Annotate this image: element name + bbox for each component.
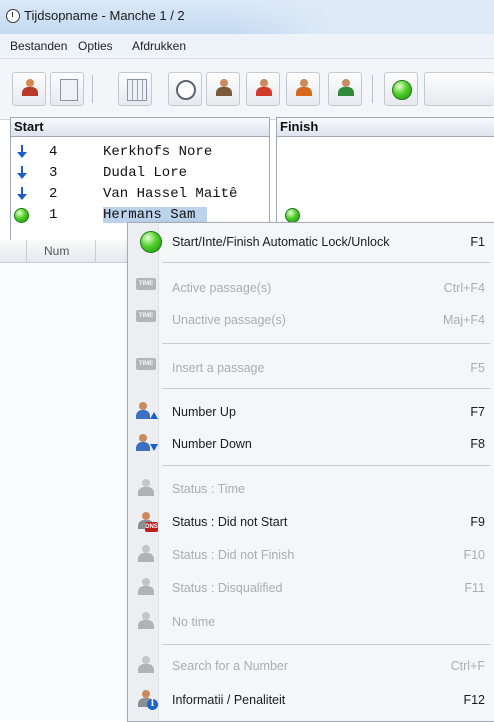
clock-icon bbox=[176, 80, 196, 100]
green-ball-icon bbox=[392, 80, 412, 100]
disqualified-icon bbox=[136, 578, 158, 598]
menu-bar: Bestanden Opties Afdrukken bbox=[0, 34, 494, 59]
menu-opties[interactable]: Opties bbox=[78, 39, 113, 53]
menu-item-information[interactable]: i Informatii / Penaliteit F12 bbox=[128, 687, 494, 713]
competitor-status-button[interactable] bbox=[328, 72, 362, 106]
remove-competitor-button[interactable] bbox=[246, 72, 280, 106]
grid-button[interactable] bbox=[118, 72, 152, 106]
list-button[interactable] bbox=[50, 72, 84, 106]
menu-item-status-time[interactable]: Status : Time bbox=[128, 476, 494, 502]
move-competitor-button[interactable] bbox=[286, 72, 320, 106]
arrow-down-icon bbox=[17, 166, 27, 179]
menu-item-search-number[interactable]: Search for a Number Ctrl+F bbox=[128, 653, 494, 679]
insert-passage-icon: TIME bbox=[136, 358, 158, 378]
arrow-down-icon bbox=[17, 145, 27, 158]
green-ball-icon bbox=[14, 208, 29, 223]
start-header: Start bbox=[11, 118, 269, 137]
stopwatch-icon bbox=[6, 9, 20, 23]
context-menu: Start/Inte/Finish Automatic Lock/Unlock … bbox=[127, 222, 494, 722]
menu-bestanden[interactable]: Bestanden bbox=[10, 39, 67, 53]
information-icon: i bbox=[136, 690, 158, 710]
no-time-icon bbox=[136, 612, 158, 632]
start-row[interactable]: 4 Kerkhofs Nore bbox=[11, 142, 269, 162]
menu-item-unactive-passages[interactable]: TIME Unactive passage(s) Maj+F4 bbox=[128, 307, 494, 333]
competitor-button[interactable] bbox=[12, 72, 46, 106]
menu-item-number-down[interactable]: Number Down F8 bbox=[128, 431, 494, 457]
start-row[interactable]: 3 Dudal Lore bbox=[11, 163, 269, 183]
title-bar: Tijdsopname - Manche 1 / 2 bbox=[0, 0, 494, 34]
person-icon bbox=[20, 79, 40, 99]
search-number-icon bbox=[136, 656, 158, 676]
finish-header: Finish bbox=[277, 118, 494, 137]
menu-item-did-not-start[interactable]: DNS Status : Did not Start F9 bbox=[128, 509, 494, 535]
active-passage-icon: TIME bbox=[136, 278, 158, 298]
start-row[interactable]: 2 Van Hassel Maitê bbox=[11, 184, 269, 204]
person-remove-icon bbox=[254, 79, 274, 99]
person-status-icon bbox=[336, 79, 356, 99]
competitor-card-button[interactable] bbox=[206, 72, 240, 106]
person-move-icon bbox=[294, 79, 314, 99]
did-not-finish-icon bbox=[136, 545, 158, 565]
status-time-icon bbox=[136, 479, 158, 499]
column-num[interactable]: Num bbox=[26, 240, 96, 262]
number-up-icon bbox=[136, 402, 158, 422]
number-down-icon bbox=[136, 434, 158, 454]
window-title: Tijdsopname - Manche 1 / 2 bbox=[24, 8, 185, 23]
menu-item-disqualified[interactable]: Status : Disqualified F11 bbox=[128, 575, 494, 601]
menu-afdrukken[interactable]: Afdrukken bbox=[132, 39, 186, 53]
menu-item-active-passages[interactable]: TIME Active passage(s) Ctrl+F4 bbox=[128, 275, 494, 301]
green-ball-icon bbox=[285, 208, 300, 223]
unactive-passage-icon: TIME bbox=[136, 310, 158, 330]
person-card-icon bbox=[214, 79, 234, 99]
grid-icon bbox=[127, 79, 147, 101]
arrow-down-icon bbox=[17, 187, 27, 200]
menu-item-insert-passage[interactable]: TIME Insert a passage F5 bbox=[128, 355, 494, 381]
did-not-start-icon: DNS bbox=[136, 512, 158, 532]
green-ball-icon bbox=[140, 231, 162, 253]
toolbar bbox=[0, 59, 494, 120]
menu-item-number-up[interactable]: Number Up F7 bbox=[128, 399, 494, 425]
auto-lock-button[interactable] bbox=[384, 72, 418, 106]
clock-button[interactable] bbox=[168, 72, 202, 106]
menu-item-did-not-finish[interactable]: Status : Did not Finish F10 bbox=[128, 542, 494, 568]
menu-item-no-time[interactable]: No time bbox=[128, 609, 494, 635]
more-button[interactable] bbox=[424, 72, 494, 106]
list-icon bbox=[60, 79, 78, 101]
menu-item-auto-lock[interactable]: Start/Inte/Finish Automatic Lock/Unlock … bbox=[128, 229, 494, 255]
